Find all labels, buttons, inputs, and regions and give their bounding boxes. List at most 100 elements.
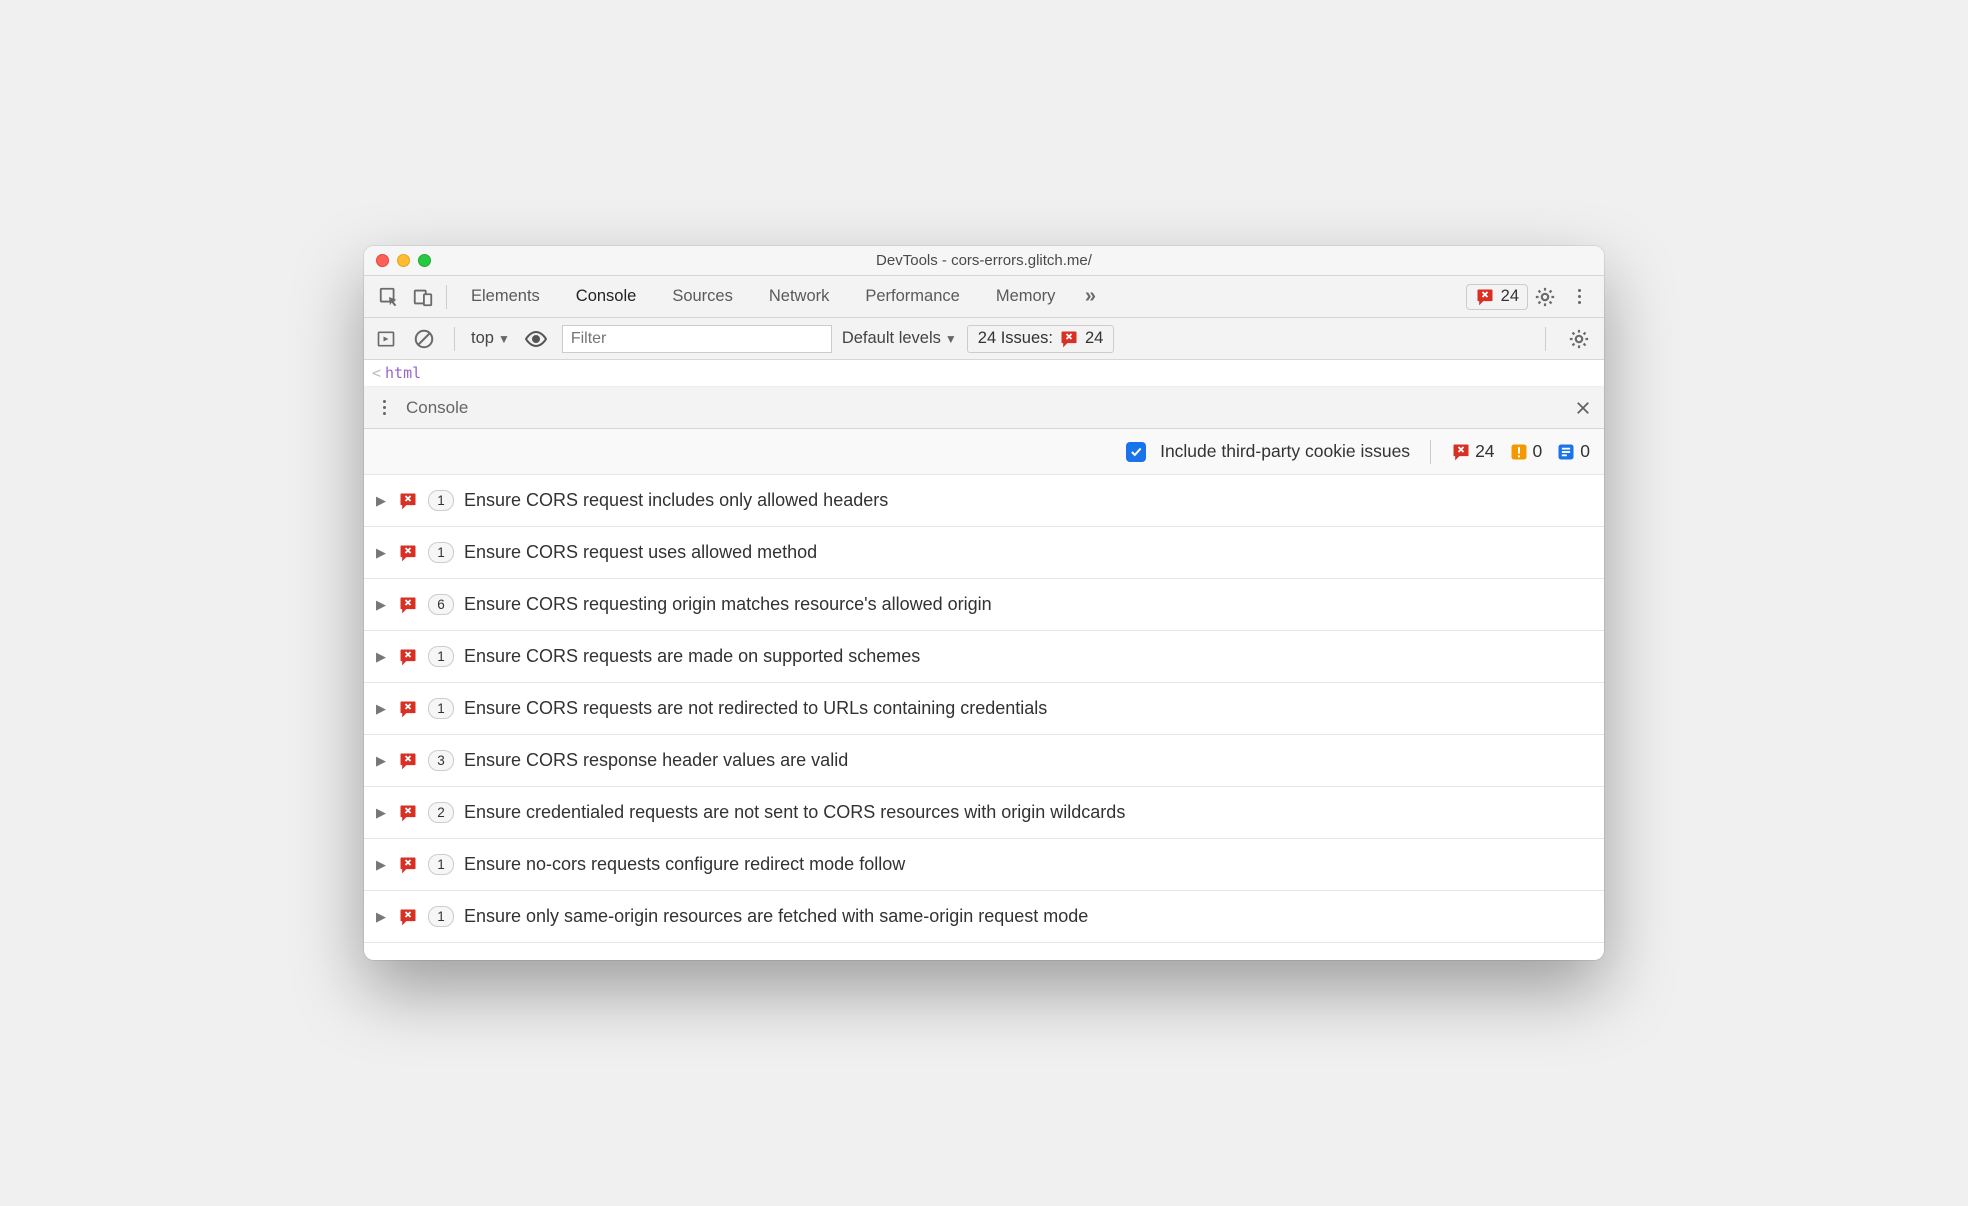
info-count: 0 — [1580, 441, 1590, 462]
disclosure-triangle-icon[interactable]: ▶ — [374, 805, 388, 821]
drawer-header: Console — [364, 387, 1604, 429]
tab-network[interactable]: Network — [751, 276, 848, 317]
info-counter[interactable]: 0 — [1556, 441, 1590, 462]
issue-title: Ensure CORS requesting origin matches re… — [464, 594, 992, 615]
chevron-down-icon: ▼ — [945, 332, 957, 346]
issue-row[interactable]: ▶ 1 Ensure no-cors requests configure redi… — [364, 839, 1604, 891]
divider — [1545, 327, 1546, 351]
live-expression-icon[interactable] — [520, 327, 552, 351]
warning-icon — [1509, 442, 1529, 462]
disclosure-triangle-icon[interactable]: ▶ — [374, 545, 388, 561]
error-icon — [398, 751, 418, 771]
log-levels-selector[interactable]: Default levels ▼ — [842, 329, 957, 348]
more-tabs-icon[interactable]: » — [1073, 280, 1107, 314]
window-title: DevTools - cors-errors.glitch.me/ — [364, 252, 1604, 269]
issue-count-badge: 6 — [428, 594, 454, 615]
more-menu-icon[interactable] — [1562, 280, 1596, 314]
inspect-element-icon[interactable] — [372, 280, 406, 314]
tab-sources[interactable]: Sources — [654, 276, 751, 317]
issue-title: Ensure CORS request includes only allowe… — [464, 490, 888, 511]
execution-context-icon[interactable] — [372, 322, 400, 356]
issue-title: Ensure CORS requests are not redirected … — [464, 698, 1047, 719]
disclosure-triangle-icon[interactable]: ▶ — [374, 493, 388, 509]
error-icon — [398, 595, 418, 615]
tab-performance[interactable]: Performance — [847, 276, 977, 317]
main-tabbar: ElementsConsoleSourcesNetworkPerformance… — [364, 276, 1604, 318]
issue-count-badge: 1 — [428, 698, 454, 719]
issue-row[interactable]: ▶ 6 Ensure CORS requesting origin matches … — [364, 579, 1604, 631]
settings-icon[interactable] — [1528, 280, 1562, 314]
warnings-counter[interactable]: 0 — [1509, 441, 1543, 462]
minimize-window-button[interactable] — [397, 254, 410, 267]
drawer-title: Console — [406, 398, 468, 418]
angle-bracket: < — [372, 364, 381, 382]
tab-memory[interactable]: Memory — [978, 276, 1074, 317]
disclosure-triangle-icon[interactable]: ▶ — [374, 597, 388, 613]
issue-title: Ensure only same-origin resources are fe… — [464, 906, 1088, 927]
tab-elements[interactable]: Elements — [453, 276, 558, 317]
error-icon — [1451, 442, 1471, 462]
errors-counter[interactable]: 24 — [1451, 441, 1494, 462]
issue-row[interactable]: ▶1Ensure only same-origin resources are … — [364, 891, 1604, 943]
errors-count: 24 — [1475, 441, 1494, 462]
titlebar: DevTools - cors-errors.glitch.me/ — [364, 246, 1604, 276]
error-icon — [398, 647, 418, 667]
issue-row[interactable]: ▶ 1 Ensure CORS request uses allowed metho… — [364, 527, 1604, 579]
error-count-pill[interactable]: 24 — [1466, 284, 1528, 310]
error-icon — [398, 543, 418, 563]
clear-console-icon[interactable] — [410, 322, 438, 356]
disclosure-triangle-icon[interactable]: ▶ — [374, 753, 388, 769]
tabs-host: ElementsConsoleSourcesNetworkPerformance… — [453, 276, 1073, 317]
issues-count: 24 — [1085, 329, 1103, 348]
issue-title: Ensure CORS requests are made on support… — [464, 646, 920, 667]
issue-row[interactable]: ▶ 2 Ensure credentialed requests are not s… — [364, 787, 1604, 839]
issue-count-badge: 3 — [428, 750, 454, 771]
error-icon — [1059, 329, 1079, 349]
issue-row[interactable]: ▶ 1 Ensure CORS requests are not redirecte… — [364, 683, 1604, 735]
issue-count-badge: 1 — [428, 646, 454, 667]
issues-summary: Include third-party cookie issues 24 0 0 — [364, 429, 1604, 475]
issue-row[interactable]: ▶ 1 Ensure CORS request includes only allo… — [364, 475, 1604, 527]
issue-row[interactable]: ▶ 1 Ensure CORS requests are made on suppo… — [364, 631, 1604, 683]
issue-title: Ensure credentialed requests are not sen… — [464, 802, 1125, 823]
issue-title: Ensure CORS response header values are v… — [464, 750, 848, 771]
error-count-value: 24 — [1501, 287, 1519, 306]
issue-title: Ensure CORS request uses allowed method — [464, 542, 817, 563]
device-toolbar-icon[interactable] — [406, 280, 440, 314]
issue-row[interactable]: ▶ 3 Ensure CORS response header values are… — [364, 735, 1604, 787]
issue-count-badge: 1 — [428, 854, 454, 875]
tab-console[interactable]: Console — [558, 276, 655, 317]
source-tag: html — [385, 364, 421, 382]
issue-count-badge: 1 — [428, 490, 454, 511]
issue-count-badge: 2 — [428, 802, 454, 823]
drawer-menu-icon[interactable] — [376, 400, 392, 415]
error-icon — [398, 855, 418, 875]
window-controls — [376, 254, 431, 267]
issues-list[interactable]: ▶ 1 Ensure CORS request includes only allo… — [364, 475, 1604, 960]
disclosure-triangle-icon[interactable]: ▶ — [374, 649, 388, 665]
chevron-down-icon: ▼ — [498, 332, 510, 346]
zoom-window-button[interactable] — [418, 254, 431, 267]
disclosure-triangle-icon[interactable]: ▶ — [374, 909, 388, 925]
issue-title: Ensure no-cors requests configure redire… — [464, 854, 905, 875]
third-party-cookie-checkbox[interactable] — [1126, 442, 1146, 462]
issue-count-badge: 1 — [428, 542, 454, 563]
warnings-count: 0 — [1533, 441, 1543, 462]
context-selector[interactable]: top ▼ — [471, 329, 510, 348]
context-label: top — [471, 329, 494, 348]
error-icon — [1475, 287, 1495, 307]
disclosure-triangle-icon[interactable]: ▶ — [374, 701, 388, 717]
divider — [1430, 440, 1431, 464]
filter-input[interactable] — [562, 325, 832, 353]
source-hint: <html — [364, 360, 1604, 387]
issues-button[interactable]: 24 Issues: 24 — [967, 325, 1115, 353]
divider — [446, 285, 447, 309]
levels-label: Default levels — [842, 329, 941, 348]
error-icon — [398, 699, 418, 719]
disclosure-triangle-icon[interactable]: ▶ — [374, 857, 388, 873]
console-toolbar: top ▼ Default levels ▼ 24 Issues: 24 — [364, 318, 1604, 360]
close-window-button[interactable] — [376, 254, 389, 267]
close-drawer-button[interactable] — [1574, 399, 1592, 417]
error-icon — [398, 491, 418, 511]
console-settings-icon[interactable] — [1562, 322, 1596, 356]
